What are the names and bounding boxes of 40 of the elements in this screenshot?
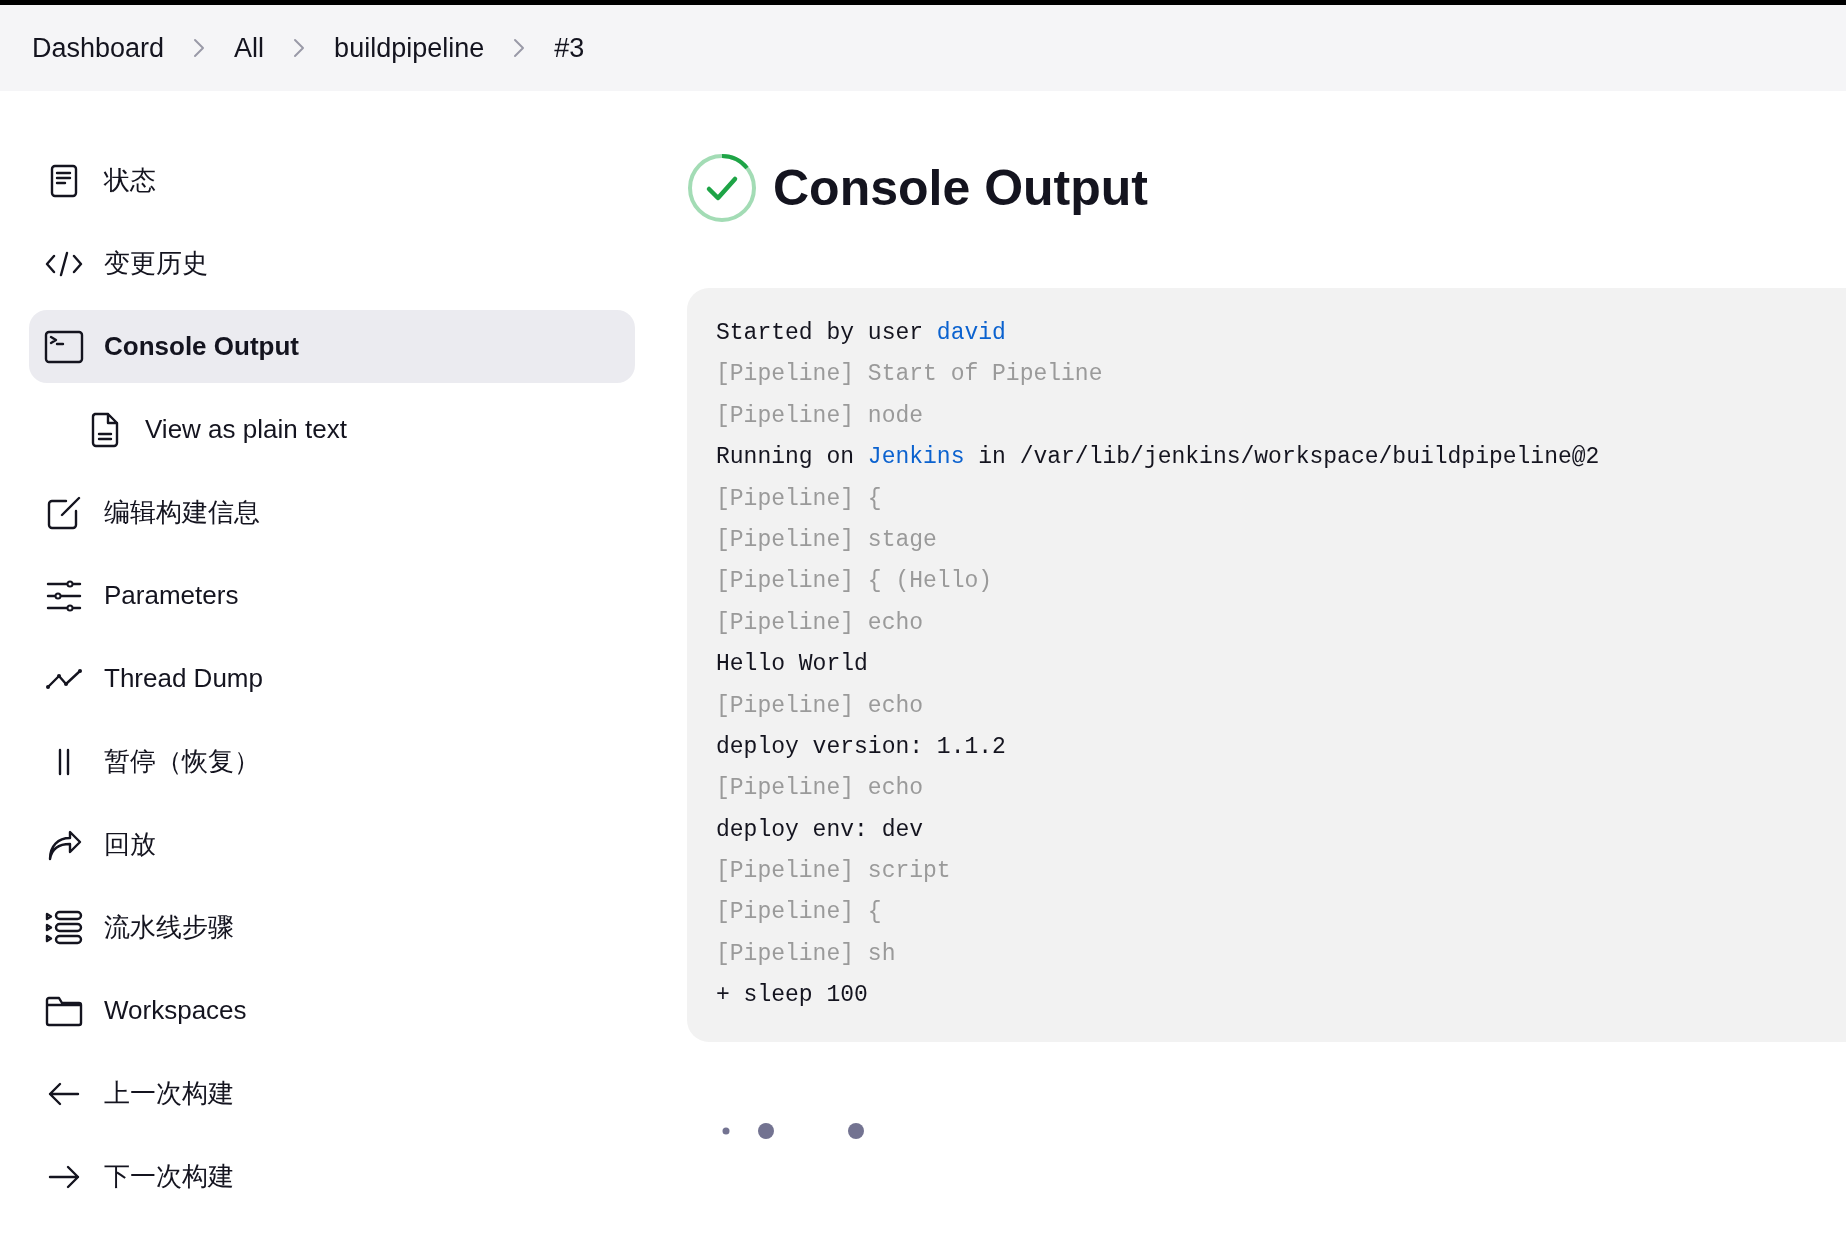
page-title: Console Output [773, 163, 1148, 213]
breadcrumb-link[interactable]: Dashboard [32, 27, 165, 69]
breadcrumb-link[interactable]: #3 [554, 27, 585, 69]
pipeline-log-line: [Pipeline] echo [716, 691, 925, 721]
pipeline-log-line: [Pipeline] { (Hello) [716, 567, 994, 597]
sidebar-item[interactable]: 流水线步骤 [29, 891, 635, 964]
pipeline-log-line: [Pipeline] sh [716, 939, 897, 969]
console-log-line: deploy env: dev [716, 815, 925, 845]
sidebar-item[interactable]: Parameters [29, 559, 635, 632]
pipeline-log-line: [Pipeline] echo [716, 774, 925, 804]
pipeline-log-line: [Pipeline] { [716, 484, 883, 514]
sidebar-item[interactable]: 回放 [29, 808, 635, 881]
chevron-right-icon [512, 37, 527, 59]
pipeline-log-line: [Pipeline] stage [716, 525, 938, 555]
console-log-line: Running on Jenkins in /var/lib/jenkins/workspace/buildpipeline@2 [716, 443, 1601, 473]
sidebar-item[interactable]: Console Output [29, 310, 635, 383]
console-log-line: Started by user david [716, 319, 1007, 348]
pipeline-log-line: [Pipeline] { [716, 898, 883, 928]
pipeline-log-line: [Pipeline] node [716, 401, 925, 431]
console-link[interactable]: Jenkins [867, 444, 965, 471]
sidebar-item[interactable]: 上一次构建 [29, 1057, 635, 1130]
breadcrumb-link[interactable]: All [234, 27, 265, 69]
sidebar-item[interactable]: 编辑构建信息 [29, 476, 635, 549]
sidebar-item[interactable]: 状态 [29, 144, 635, 217]
console-link[interactable]: david [936, 320, 1006, 346]
pipeline-log-line: [Pipeline] script [716, 857, 952, 887]
pipeline-log-line: [Pipeline] Start of Pipeline [716, 360, 1104, 390]
sidebar-item[interactable]: 暂停（恢复） [29, 725, 635, 798]
sidebar-item[interactable]: 下一次构建 [29, 1140, 635, 1213]
pipeline-log-line: [Pipeline] echo [716, 608, 925, 638]
breadcrumb-link[interactable]: buildpipeline [334, 27, 485, 69]
chevron-right-icon [292, 37, 307, 59]
sidebar-item[interactable]: Thread Dump [29, 642, 635, 715]
sidebar-item[interactable]: Workspaces [29, 974, 635, 1047]
sidebar-item[interactable]: 变更历史 [29, 227, 635, 300]
console-log-line: deploy version: 1.1.2 [716, 732, 1007, 762]
console-log-line: Hello World [716, 650, 869, 680]
chevron-right-icon [192, 37, 207, 59]
console-log-line: + sleep 100 [716, 981, 869, 1011]
sidebar-item[interactable]: View as plain text [29, 393, 635, 466]
